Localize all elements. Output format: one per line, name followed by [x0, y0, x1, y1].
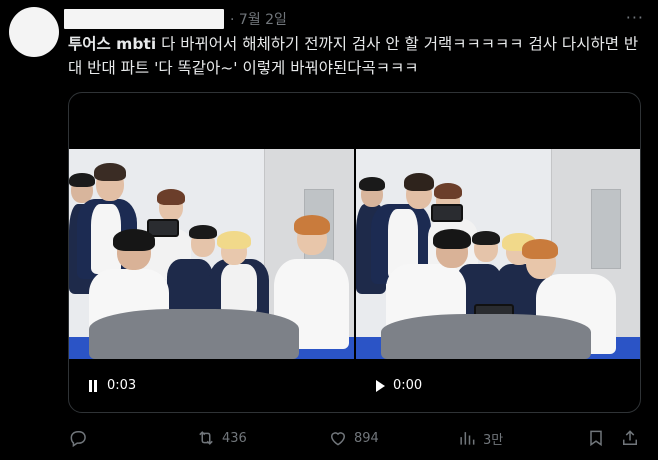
- reply-button[interactable]: [68, 428, 94, 448]
- like-icon: [330, 432, 346, 446]
- video-player-1[interactable]: [69, 149, 354, 359]
- video-2-controls: 0:00: [374, 378, 422, 393]
- retweet-count: 436: [222, 430, 247, 446]
- like-button[interactable]: 894: [328, 428, 379, 448]
- share-icon: [623, 430, 637, 445]
- media-container: 0:03 0:00: [68, 92, 641, 413]
- pause-icon[interactable]: [87, 379, 99, 392]
- retweet-icon: [199, 431, 213, 445]
- post-text: 투어스 mbti 다 바뀌어서 해체하기 전까지 검사 안 할 거랙ㅋㅋㅋㅋㅋ …: [68, 32, 643, 80]
- views-count: 3만: [483, 432, 504, 448]
- views-icon: [460, 432, 475, 445]
- redacted-username[interactable]: [64, 9, 224, 29]
- video-2-time: 0:00: [393, 378, 423, 393]
- reply-icon: [70, 431, 86, 448]
- views-button[interactable]: 3만: [457, 428, 503, 448]
- avatar[interactable]: [9, 7, 59, 57]
- action-bar: 436 894 3만: [68, 428, 643, 450]
- play-icon[interactable]: [376, 379, 385, 392]
- post-date[interactable]: · 7월 2일: [230, 9, 287, 29]
- video-1-time: 0:03: [107, 378, 137, 393]
- post-text-bold: 투어스 mbti: [68, 35, 157, 53]
- video-1-controls: 0:03: [87, 378, 136, 393]
- retweet-button[interactable]: 436: [196, 428, 247, 448]
- bookmark-button[interactable]: [586, 428, 606, 448]
- like-count: 894: [354, 430, 379, 446]
- share-button[interactable]: [620, 428, 640, 448]
- post-header: · 7월 2일 ···: [64, 8, 644, 30]
- bookmark-icon: [590, 430, 602, 447]
- video-player-2[interactable]: [356, 149, 640, 359]
- more-icon[interactable]: ···: [626, 8, 644, 27]
